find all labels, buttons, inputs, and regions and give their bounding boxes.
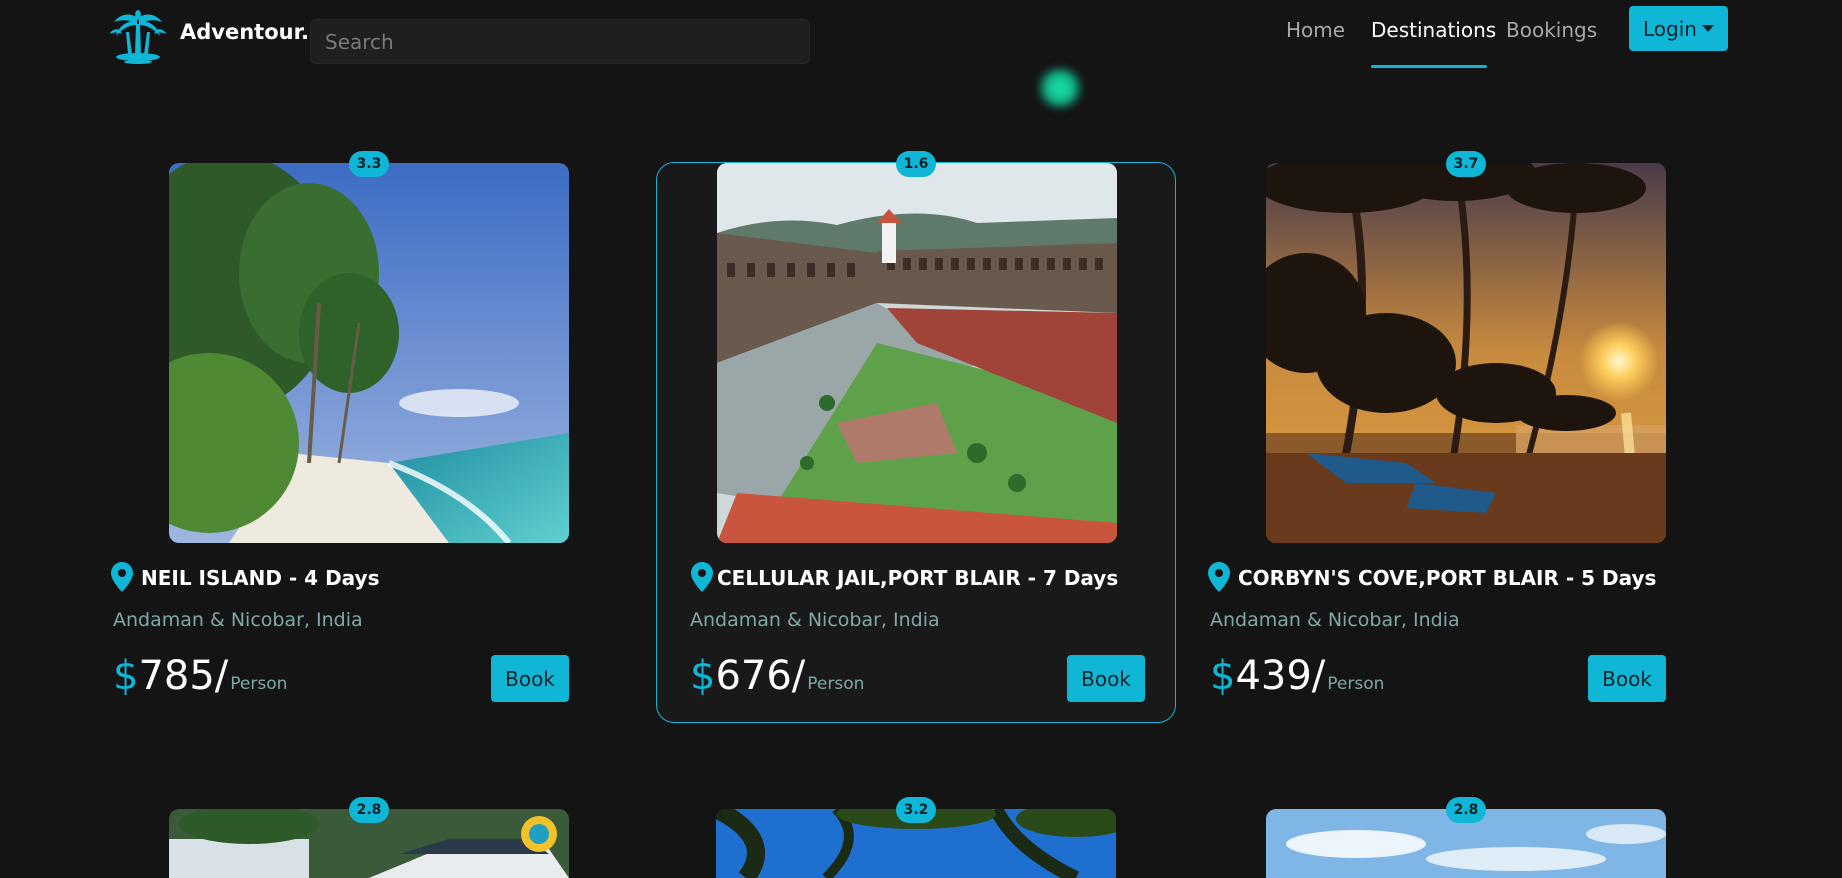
destination-image[interactable] <box>1266 163 1666 543</box>
book-button[interactable]: Book <box>491 655 569 702</box>
destination-title: NEIL ISLAND - 4 Days <box>141 566 380 590</box>
destination-card: 2.8 <box>1206 797 1726 878</box>
brand-name[interactable]: Adventour. <box>180 20 309 44</box>
price-currency: $ <box>113 653 139 699</box>
destination-card: 3.7 CORBYN'S COVE,PORT BLAIR - 5 Days An… <box>1206 151 1726 723</box>
destination-title: CELLULAR JAIL,PORT BLAIR - 7 Days <box>717 566 1119 590</box>
destination-title: CORBYN'S COVE,PORT BLAIR - 5 Days <box>1238 566 1657 590</box>
rating-badge: 3.2 <box>896 797 936 823</box>
rating-badge: 2.8 <box>1446 797 1486 823</box>
price: $785/Person <box>113 653 287 699</box>
destination-card-highlighted: 1.6 CELLULAR JAIL,PORT BLAIR - 7 Days An… <box>656 151 1176 723</box>
search-input[interactable] <box>310 19 810 64</box>
location-pin-icon <box>691 562 713 592</box>
destination-location: Andaman & Nicobar, India <box>690 609 940 631</box>
destination-image[interactable] <box>717 163 1117 543</box>
price-amount: 676/ <box>715 653 806 699</box>
rating-badge: 3.7 <box>1446 151 1486 177</box>
rating-badge: 3.3 <box>349 151 389 177</box>
price-amount: 439/ <box>1235 653 1326 699</box>
destination-card: 3.3 NEIL ISLAND - 4 Days Andaman & Nicob… <box>109 151 629 723</box>
caret-down-icon <box>1701 25 1714 32</box>
book-button[interactable]: Book <box>1067 655 1145 702</box>
destination-image[interactable] <box>169 163 569 543</box>
price-unit: Person <box>807 674 865 694</box>
nav-home-link[interactable]: Home <box>1286 18 1345 42</box>
price: $439/Person <box>1210 653 1384 699</box>
rating-badge: 1.6 <box>896 151 936 177</box>
active-nav-indicator <box>1371 65 1487 68</box>
price-unit: Person <box>230 674 288 694</box>
price-currency: $ <box>1210 653 1236 699</box>
decorative-glow <box>1035 68 1085 108</box>
price-unit: Person <box>1327 674 1385 694</box>
price-amount: 785/ <box>138 653 229 699</box>
login-label: Login <box>1643 16 1697 41</box>
destination-location: Andaman & Nicobar, India <box>113 609 363 631</box>
price: $676/Person <box>690 653 864 699</box>
book-button[interactable]: Book <box>1588 655 1666 702</box>
location-pin-icon <box>1208 562 1230 592</box>
login-dropdown-button[interactable]: Login <box>1629 6 1728 51</box>
location-pin-icon <box>111 562 133 592</box>
nav-destinations-link[interactable]: Destinations <box>1371 18 1496 42</box>
nav-bookings-link[interactable]: Bookings <box>1506 18 1597 42</box>
palm-tree-icon[interactable] <box>108 10 168 64</box>
destination-card: 3.2 <box>656 797 1176 878</box>
rating-badge: 2.8 <box>349 797 389 823</box>
destination-location: Andaman & Nicobar, India <box>1210 609 1460 631</box>
price-currency: $ <box>690 653 716 699</box>
destination-card: 2.8 <box>109 797 629 878</box>
navbar: Adventour. Home Destinations Bookings Lo… <box>0 0 1842 78</box>
